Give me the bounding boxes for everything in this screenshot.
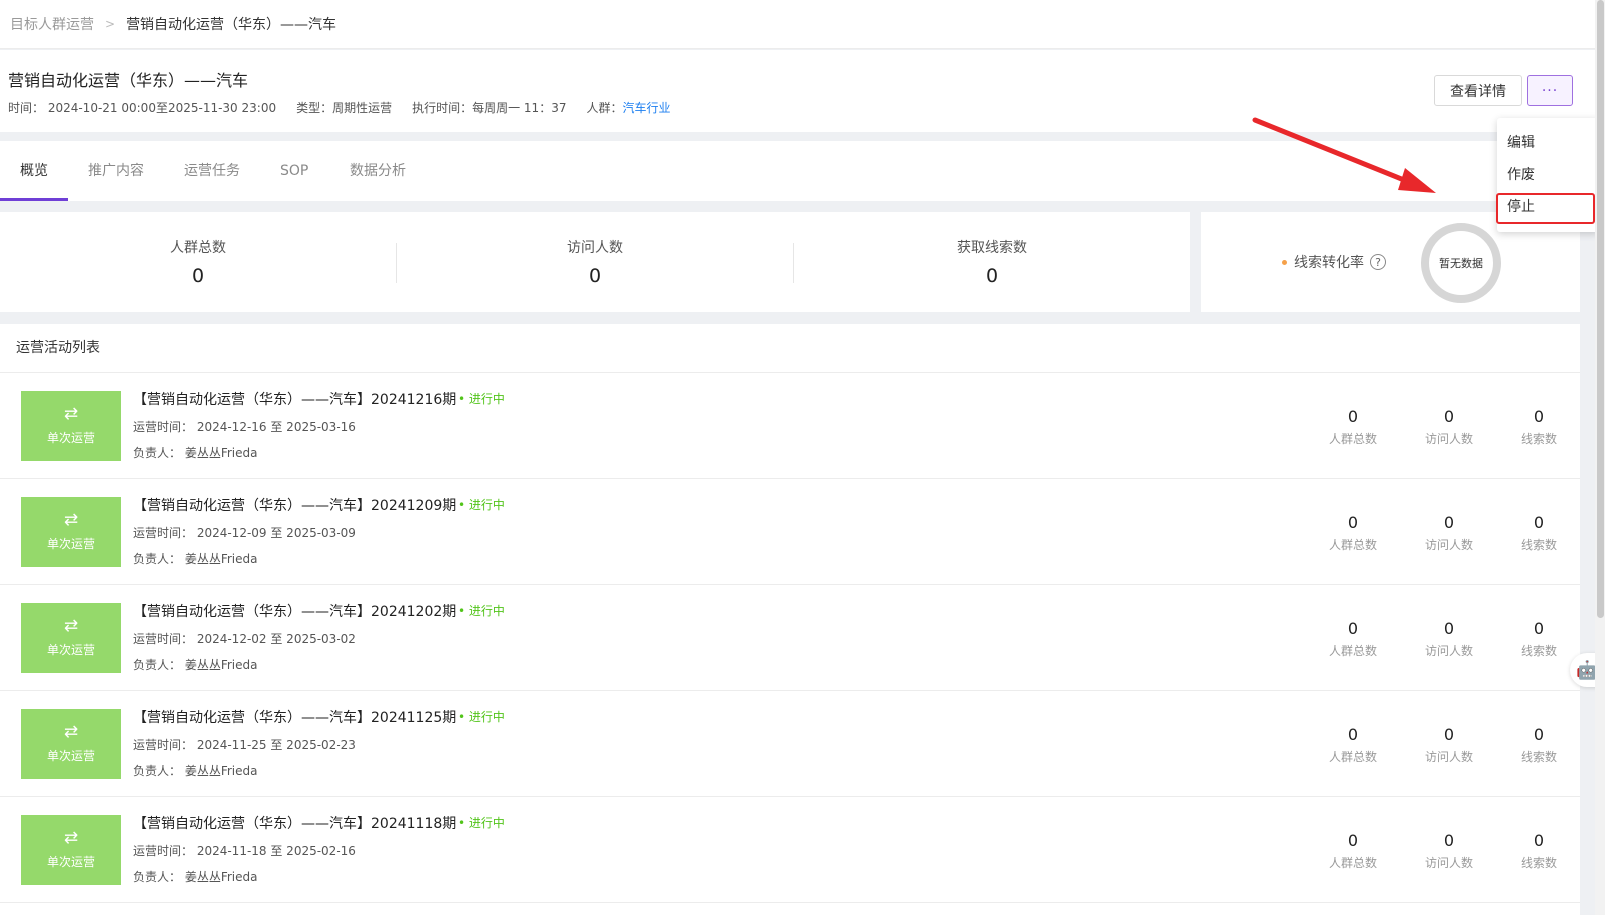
annotation-highlight-box	[1496, 193, 1595, 224]
menu-item-edit[interactable]: 编辑	[1507, 132, 1535, 152]
red-arrow-icon	[1252, 117, 1436, 193]
scrollbar[interactable]	[1595, 0, 1605, 915]
menu-item-void[interactable]: 作废	[1507, 164, 1535, 184]
scrollbar-thumb[interactable]	[1597, 0, 1604, 618]
